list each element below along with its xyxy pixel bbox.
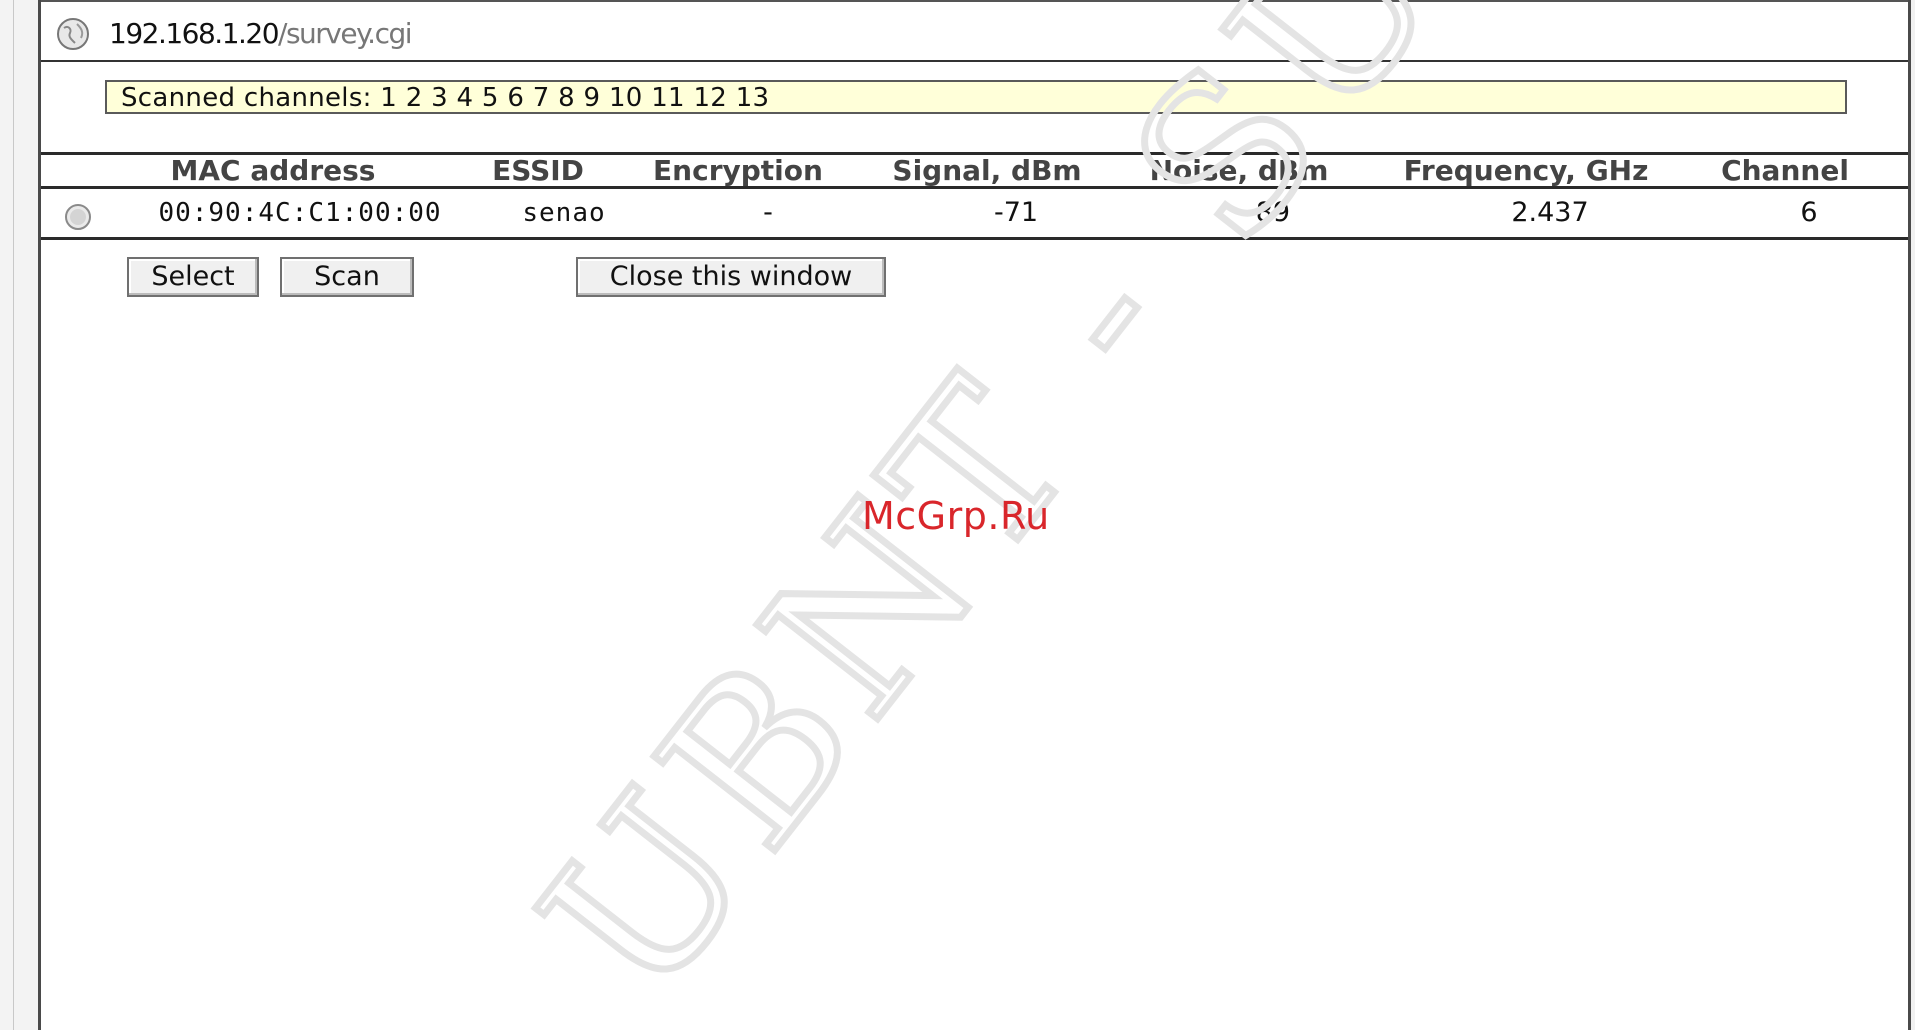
- url-text[interactable]: 192.168.1.20/survey.cgi: [109, 17, 413, 50]
- header-essid: ESSID: [492, 154, 584, 187]
- header-frequency: Frequency, GHz: [1403, 154, 1649, 187]
- screenshot-stage: 192.168.1.20/survey.cgi Scanned channels…: [0, 0, 1915, 1030]
- cell-noise: -89: [1245, 197, 1291, 228]
- table-header-row: MAC address ESSID Encryption Signal, dBm…: [41, 152, 1908, 189]
- header-channel: Channel: [1721, 154, 1849, 187]
- header-encryption: Encryption: [653, 154, 823, 187]
- table-row[interactable]: 00:90:4C:C1:00:00 senao - -71 -89 2.437 …: [41, 189, 1908, 240]
- site-survey-table: MAC address ESSID Encryption Signal, dBm…: [41, 152, 1908, 240]
- left-window-edge: [0, 0, 38, 1030]
- cell-essid: senao: [522, 198, 606, 228]
- url-host: 192.168.1.20: [109, 17, 280, 50]
- header-mac-address: MAC address: [170, 154, 376, 187]
- scan-button[interactable]: Scan: [280, 257, 414, 297]
- site-watermark: McGrp.Ru: [862, 494, 1050, 538]
- scanned-channels-text: Scanned channels: 1 2 3 4 5 6 7 8 9 10 1…: [121, 83, 770, 113]
- header-signal: Signal, dBm: [892, 154, 1082, 187]
- row-select-radio[interactable]: [64, 203, 92, 231]
- address-bar[interactable]: 192.168.1.20/survey.cgi: [41, 0, 1908, 62]
- close-window-button[interactable]: Close this window: [576, 257, 886, 297]
- cell-mac: 00:90:4C:C1:00:00: [158, 198, 442, 228]
- header-noise: Noise, dBm: [1149, 154, 1329, 187]
- select-button[interactable]: Select: [127, 257, 259, 297]
- cell-channel: 6: [1800, 197, 1818, 228]
- globe-icon: [57, 18, 89, 50]
- cell-frequency: 2.437: [1511, 197, 1589, 228]
- url-path: /survey.cgi: [278, 17, 413, 50]
- cell-encryption: -: [763, 197, 773, 228]
- cell-signal: -71: [993, 197, 1039, 228]
- scanned-channels-box: Scanned channels: 1 2 3 4 5 6 7 8 9 10 1…: [105, 80, 1847, 114]
